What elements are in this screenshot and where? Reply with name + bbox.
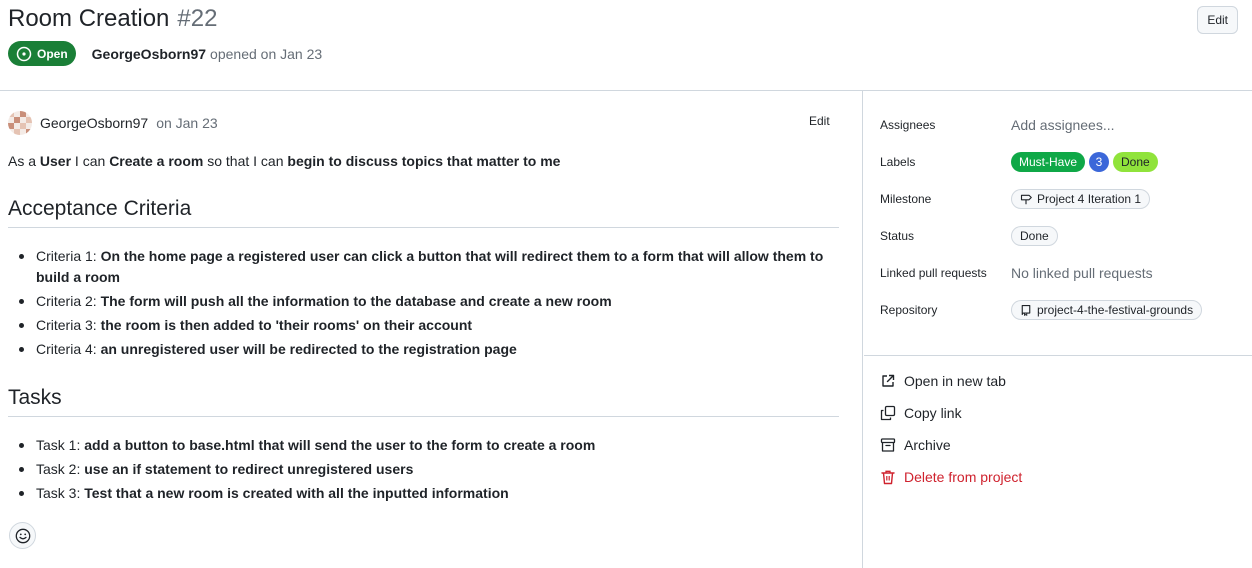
list-item: Task 1: add a button to base.html that w… [8, 435, 839, 456]
criteria-text: the room is then added to 'their rooms' … [100, 317, 473, 333]
copy-icon [880, 405, 896, 421]
trash-icon [881, 470, 895, 485]
avatar[interactable] [8, 111, 32, 135]
labels-value[interactable]: Must-Have 3 Done [1011, 152, 1158, 172]
open-in-new-tab-button[interactable]: Open in new tab [880, 373, 1006, 389]
milestone-icon [1020, 194, 1032, 205]
list-item: Task 3: Test that a new room is created … [8, 483, 839, 504]
comment-date: on Jan 23 [156, 115, 218, 131]
label-must-have[interactable]: Must-Have [1011, 152, 1086, 172]
list-item: Criteria 4: an unregistered user will be… [8, 339, 839, 360]
criteria-list: Criteria 1: On the home page a registere… [8, 246, 839, 363]
issue-sidebar: Assignees Add assignees... Labels Must-H… [864, 91, 1252, 568]
issue-author-link[interactable]: GeorgeOsborn97 [92, 46, 206, 62]
field-name: Status [880, 229, 915, 243]
action-label: Delete from project [904, 469, 1023, 485]
comment-header: GeorgeOsborn97 on Jan 23 [8, 111, 218, 135]
linked-prs-value: No linked pull requests [1011, 265, 1153, 281]
field-name: Assignees [880, 118, 936, 132]
milestone-label: Project 4 Iteration 1 [1037, 192, 1142, 206]
field-name: Labels [880, 155, 916, 169]
user-story: As a User I can Create a room so that I … [8, 153, 560, 169]
label-3[interactable]: 3 [1089, 152, 1110, 172]
status-pill[interactable]: Done [1011, 226, 1058, 246]
status-value: Done [1011, 226, 1058, 246]
field-name: Repository [880, 303, 938, 317]
repo-icon [1021, 304, 1031, 316]
issue-number: #22 [177, 5, 218, 32]
intro-text-1: As a [8, 153, 40, 169]
list-item: Criteria 3: the room is then added to 't… [8, 315, 839, 336]
repository-value: project-4-the-festival-grounds [1011, 300, 1203, 320]
milestone-pill[interactable]: Project 4 Iteration 1 [1011, 189, 1151, 209]
external-link-icon [882, 374, 895, 387]
task-label: Task 2: [36, 461, 81, 477]
state-badge: Open [8, 41, 76, 66]
action-label: Open in new tab [904, 373, 1006, 389]
criteria-label: Criteria 1: [36, 248, 97, 264]
task-label: Task 1: [36, 437, 81, 453]
intro-text-2: I can [71, 153, 110, 169]
issue-body: GeorgeOsborn97 on Jan 23 Edit As a User … [0, 91, 863, 568]
criteria-label: Criteria 2: [36, 293, 97, 309]
list-item: Task 2: use an if statement to redirect … [8, 459, 839, 480]
opened-text: opened on Jan 23 [210, 45, 323, 62]
edit-comment-button[interactable]: Edit [809, 114, 830, 128]
criteria-label: Criteria 4: [36, 341, 97, 357]
archive-icon [880, 438, 896, 452]
sidebar-divider [864, 355, 1252, 356]
title-row: Room Creation #22 [8, 5, 217, 33]
task-text: use an if statement to redirect unregist… [84, 461, 414, 477]
label-done[interactable]: Done [1113, 152, 1158, 172]
intro-bold-2: Create a room [109, 153, 204, 169]
edit-title-button[interactable]: Edit [1197, 6, 1238, 34]
tasks-heading: Tasks [8, 386, 839, 417]
list-item: Criteria 2: The form will push all the i… [8, 291, 839, 312]
issue-header: Room Creation #22 Edit Open GeorgeOsborn… [0, 0, 1252, 91]
task-text: add a button to base.html that will send… [84, 437, 596, 453]
delete-from-project-button[interactable]: Delete from project [880, 469, 1022, 485]
field-name: Milestone [880, 192, 932, 206]
criteria-text: an unregistered user will be redirected … [100, 341, 517, 357]
acceptance-criteria-heading: Acceptance Criteria [8, 197, 839, 228]
intro-bold-1: User [39, 153, 72, 169]
issue-meta: Open GeorgeOsborn97 opened on Jan 23 [8, 41, 322, 66]
state-label: Open [37, 46, 68, 61]
action-label: Copy link [904, 405, 962, 421]
milestone-value: Project 4 Iteration 1 [1011, 189, 1151, 209]
field-name: Linked pull requests [880, 266, 987, 280]
repository-pill[interactable]: project-4-the-festival-grounds [1011, 300, 1203, 320]
task-text: Test that a new room is created with all… [84, 485, 509, 501]
list-item: Criteria 1: On the home page a registere… [8, 246, 839, 288]
add-reaction-button[interactable] [9, 522, 36, 549]
comment-author-link[interactable]: GeorgeOsborn97 [40, 115, 148, 131]
archive-button[interactable]: Archive [880, 437, 951, 453]
tasks-list: Task 1: add a button to base.html that w… [8, 435, 839, 507]
smiley-icon [15, 528, 30, 543]
criteria-text: On the home page a registered user can c… [36, 248, 824, 285]
repository-label: project-4-the-festival-grounds [1037, 303, 1194, 317]
assignees-value[interactable]: Add assignees... [1011, 117, 1115, 133]
action-label: Archive [904, 437, 951, 453]
intro-text-3: so that I can [203, 153, 288, 169]
issue-open-icon [16, 46, 32, 61]
task-label: Task 3: [36, 485, 81, 501]
issue-title: Room Creation [8, 5, 170, 32]
copy-link-button[interactable]: Copy link [880, 405, 962, 421]
intro-bold-3: begin to discuss topics that matter to m… [287, 153, 561, 169]
criteria-label: Criteria 3: [36, 317, 97, 333]
criteria-text: The form will push all the information t… [100, 293, 612, 309]
